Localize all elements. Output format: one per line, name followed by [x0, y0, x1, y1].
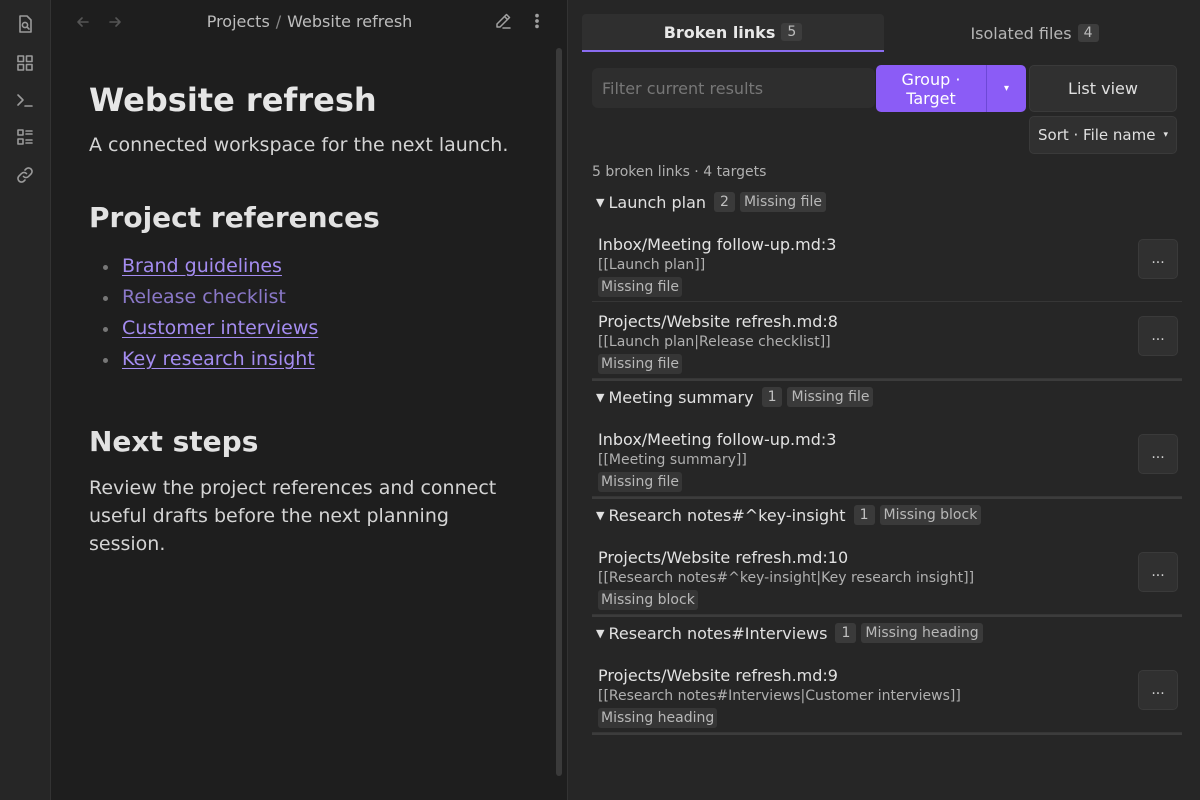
result-snippet: [[Meeting summary]] [598, 452, 747, 468]
breadcrumb-current[interactable]: Website refresh [287, 12, 412, 31]
edit-pencil-icon[interactable] [493, 11, 515, 33]
group-name: Research notes#^key-insight [608, 505, 846, 525]
editor-pane: Projects / Website refresh Website refresh… [52, 0, 567, 800]
group-count: 1 [761, 387, 783, 407]
group-button-line1: Group · [901, 70, 961, 89]
group-dropdown-button[interactable]: ▾ [986, 65, 1026, 112]
unresolved-reference-link[interactable]: Release checklist [122, 286, 286, 308]
tab-broken-links[interactable]: Broken links 5 [582, 14, 884, 52]
collapse-triangle-icon[interactable]: ▼ [596, 509, 604, 522]
result-path[interactable]: Projects/Website refresh.md:9 [598, 666, 838, 685]
list-item: Key research insight [89, 345, 529, 376]
next-steps-text: Review the project references and connec… [89, 477, 497, 555]
reference-link[interactable]: Brand guidelines [122, 255, 282, 277]
group-name: Meeting summary [608, 387, 754, 407]
result-item[interactable]: Projects/Website refresh.md:10 [[Researc… [592, 538, 1182, 615]
collapse-triangle-icon[interactable]: ▼ [596, 391, 604, 404]
item-actions-button[interactable]: ... [1138, 670, 1178, 710]
list-icon[interactable] [14, 126, 36, 148]
sort-button[interactable]: Sort · File name ▾ [1029, 116, 1177, 154]
result-item[interactable]: Inbox/Meeting follow-up.md:3 [[Launch pl… [592, 225, 1182, 302]
group-header[interactable]: ▼ Launch plan 2 Missing file [596, 190, 826, 214]
collapse-triangle-icon[interactable]: ▼ [596, 196, 604, 209]
group-kind-badge: Missing file [787, 387, 874, 407]
result-kind-badge: Missing heading [598, 708, 718, 728]
grid-icon[interactable] [14, 52, 36, 74]
group-header[interactable]: ▼ Research notes#^key-insight 1 Missing … [596, 503, 982, 527]
group-header[interactable]: ▼ Research notes#Interviews 1 Missing he… [596, 621, 983, 645]
results-summary: 5 broken links · 4 targets [592, 164, 767, 180]
list-item: Release checklist [89, 283, 529, 314]
result-item[interactable]: Inbox/Meeting follow-up.md:3 [[Meeting s… [592, 420, 1182, 497]
item-actions-button[interactable]: ... [1138, 239, 1178, 279]
breadcrumb-separator: / [275, 12, 282, 31]
result-path[interactable]: Inbox/Meeting follow-up.md:3 [598, 235, 836, 254]
list-item: Customer interviews [89, 314, 529, 345]
breadcrumb-parent[interactable]: Projects [207, 12, 270, 31]
editor-scrollbar[interactable] [556, 48, 562, 776]
filter-input[interactable]: Filter current results [592, 68, 875, 108]
result-snippet: [[Launch plan]] [598, 257, 706, 273]
group-divider [592, 379, 1182, 381]
list-item: Brand guidelines [89, 252, 529, 283]
search-file-icon[interactable] [14, 13, 36, 35]
note-lead: A connected workspace for the next launc… [89, 134, 509, 156]
result-kind-badge: Missing block [598, 590, 698, 610]
editor-header: Projects / Website refresh [52, 0, 567, 44]
result-path[interactable]: Projects/Website refresh.md:10 [598, 548, 848, 567]
result-item[interactable]: Projects/Website refresh.md:8 [[Launch p… [592, 302, 1182, 379]
tab-label: Isolated files [970, 23, 1072, 43]
more-options-icon[interactable] [528, 11, 546, 33]
result-snippet: [[Launch plan|Release checklist]] [598, 334, 831, 350]
group-count: 2 [714, 192, 735, 212]
result-path[interactable]: Inbox/Meeting follow-up.md:3 [598, 430, 836, 449]
group-divider [592, 497, 1182, 499]
group-name: Launch plan [608, 192, 707, 212]
result-item[interactable]: Projects/Website refresh.md:9 [[Research… [592, 656, 1182, 733]
group-divider [592, 733, 1182, 735]
tab-label: Broken links [663, 22, 776, 42]
left-ribbon [0, 0, 51, 800]
reference-link[interactable]: Customer interviews [122, 317, 318, 339]
item-actions-button[interactable]: ... [1138, 316, 1178, 356]
group-kind-badge: Missing heading [861, 623, 983, 643]
breadcrumb: Projects / Website refresh [52, 12, 567, 31]
result-snippet: [[Research notes#Interviews|Customer int… [598, 688, 961, 704]
result-kind-badge: Missing file [598, 354, 682, 374]
group-by-button[interactable]: Group · Target [876, 65, 986, 112]
group-kind-badge: Missing file [739, 192, 826, 212]
note-title: Website refresh [89, 81, 377, 119]
references-list: Brand guidelines Release checklist Custo… [89, 252, 529, 376]
note-content: Website refresh A connected workspace fo… [89, 78, 529, 558]
result-snippet: [[Research notes#^key-insight|Key resear… [598, 570, 975, 586]
item-actions-button[interactable]: ... [1138, 434, 1178, 474]
next-steps-heading: Next steps [89, 425, 259, 458]
item-actions-button[interactable]: ... [1138, 552, 1178, 592]
link-report-panel: Broken links 5 Isolated files 4 Filter cur… [568, 0, 1200, 800]
list-view-button[interactable]: List view [1029, 65, 1177, 112]
group-kind-badge: Missing block [879, 505, 982, 525]
panel-tabs: Broken links 5 Isolated files 4 [582, 14, 1185, 54]
result-kind-badge: Missing file [598, 472, 682, 492]
group-count: 1 [853, 505, 875, 525]
tab-isolated-files[interactable]: Isolated files 4 [884, 14, 1185, 52]
reference-link[interactable]: Key research insight [122, 348, 315, 370]
group-header[interactable]: ▼ Meeting summary 1 Missing file [596, 385, 874, 409]
tab-count: 4 [1077, 24, 1099, 42]
group-divider [592, 615, 1182, 617]
group-button-line2: Target [906, 89, 956, 108]
result-path[interactable]: Projects/Website refresh.md:8 [598, 312, 838, 331]
sort-label: Sort · File name [1038, 126, 1156, 144]
tab-count: 5 [781, 23, 803, 41]
group-count: 1 [835, 623, 857, 643]
collapse-triangle-icon[interactable]: ▼ [596, 627, 604, 640]
group-name: Research notes#Interviews [608, 623, 828, 643]
result-kind-badge: Missing file [598, 277, 682, 297]
references-heading: Project references [89, 201, 380, 234]
terminal-icon[interactable] [14, 89, 36, 111]
chevron-down-icon: ▾ [1163, 130, 1168, 140]
link-icon[interactable] [14, 164, 36, 186]
